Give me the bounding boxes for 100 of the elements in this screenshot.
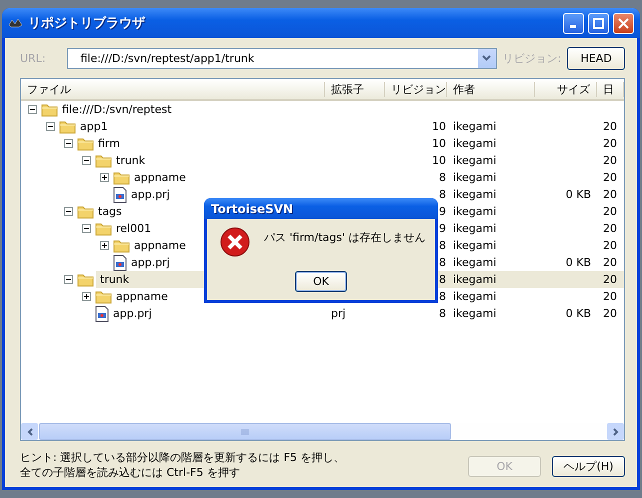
folder-icon (113, 170, 130, 184)
window-title: リポジトリブラウザ (28, 14, 146, 32)
minimize-button[interactable] (563, 12, 584, 34)
size-text: 0 KB (566, 188, 591, 201)
folder-icon (95, 222, 112, 236)
author-text: ikegami (453, 120, 496, 133)
revision-text: 9 (439, 222, 446, 235)
file-icon (95, 306, 109, 322)
author-text: ikegami (453, 188, 496, 201)
grip-icon[interactable] (241, 428, 249, 434)
revision-text: 8 (439, 239, 446, 252)
file-name[interactable]: app.prj (113, 307, 152, 320)
folder-name[interactable]: appname (116, 290, 168, 303)
size-text: 0 KB (566, 307, 591, 320)
collapse-icon[interactable] (28, 105, 37, 114)
folder-name[interactable]: trunk (116, 154, 146, 167)
revision-text: 9 (439, 205, 446, 218)
date-text: 20 (603, 273, 617, 286)
folder-icon (77, 204, 94, 218)
url-label: URL: (20, 52, 46, 64)
author-text: ikegami (453, 307, 496, 320)
ok-button[interactable]: OK (295, 271, 347, 292)
expand-icon[interactable] (100, 241, 109, 250)
file-icon (113, 254, 127, 270)
scroll-left-icon[interactable] (26, 428, 32, 436)
close-button[interactable] (613, 12, 634, 34)
author-text: ikegami (453, 137, 496, 150)
collapse-icon[interactable] (64, 139, 73, 148)
author-text: ikegami (453, 273, 496, 286)
revision-label: リビジョン: (502, 50, 562, 66)
maximize-icon[interactable] (593, 18, 604, 28)
collapse-icon[interactable] (82, 224, 91, 233)
file-icon (113, 186, 127, 202)
error-message: パス 'firm/tags' は存在しません (264, 230, 426, 246)
extension-text: prj (331, 307, 346, 320)
folder-icon (95, 154, 112, 168)
collapse-icon[interactable] (82, 156, 91, 165)
close-icon[interactable] (618, 18, 629, 28)
date-text: 20 (603, 290, 617, 303)
date-text: 20 (603, 307, 617, 320)
folder-icon (95, 290, 112, 304)
help-button[interactable]: ヘルプ(H) (552, 456, 625, 477)
file-name[interactable]: app.prj (131, 188, 170, 201)
date-text: 20 (603, 222, 617, 235)
author-text: ikegami (453, 290, 496, 303)
collapse-icon[interactable] (64, 207, 73, 216)
author-text: ikegami (453, 222, 496, 235)
revision-text: 8 (439, 188, 446, 201)
folder-name[interactable]: trunk (98, 273, 132, 286)
date-text: 20 (603, 256, 617, 269)
date-text: 20 (603, 205, 617, 218)
horizontal-scrollbar[interactable] (21, 423, 624, 440)
folder-icon (41, 102, 58, 116)
revision-text: 10 (432, 137, 446, 150)
revision-text: 10 (432, 154, 446, 167)
size-text: 0 KB (566, 256, 591, 269)
folder-icon (77, 272, 94, 286)
revision-text: 8 (439, 273, 446, 286)
revision-text: 8 (439, 171, 446, 184)
scroll-right-icon[interactable] (612, 428, 618, 436)
folder-name[interactable]: appname (134, 239, 186, 252)
dialog-title: TortoiseSVN (211, 202, 294, 216)
date-text: 20 (603, 154, 617, 167)
revision-text: 8 (439, 256, 446, 269)
expand-icon[interactable] (82, 292, 91, 301)
maximize-button[interactable] (588, 12, 609, 34)
folder-icon (59, 120, 76, 134)
collapse-icon[interactable] (64, 275, 73, 284)
folder-name[interactable]: firm (98, 137, 120, 150)
app-icon (8, 17, 24, 29)
revision-text: 8 (439, 290, 446, 303)
column-header[interactable]: ファイル (21, 82, 325, 96)
revision-text: 8 (439, 307, 446, 320)
hint-text: ヒント: 選択している部分以降の階層を更新するには F5 を押し、全ての子階層を読み込むには Ctrl-F5 を押す (20, 450, 346, 480)
folder-name[interactable]: file:///D:/svn/reptest (62, 103, 172, 116)
date-text: 20 (603, 120, 617, 133)
expand-icon[interactable] (100, 173, 109, 182)
folder-name[interactable]: tags (98, 205, 122, 218)
folder-icon (77, 136, 94, 150)
author-text: ikegami (453, 154, 496, 167)
folder-name[interactable]: app1 (80, 120, 108, 133)
column-header[interactable]: リビジョン (385, 82, 447, 96)
folder-icon (113, 238, 130, 252)
column-header[interactable]: 拡張子 (325, 82, 385, 96)
revision-button[interactable]: HEAD (567, 46, 626, 70)
column-header[interactable]: サイズ (535, 82, 597, 96)
date-text: 20 (603, 171, 617, 184)
collapse-icon[interactable] (46, 122, 55, 131)
date-text: 20 (603, 137, 617, 150)
column-header[interactable]: 日 (597, 82, 624, 96)
date-text: 20 (603, 188, 617, 201)
column-header[interactable]: 作者 (447, 82, 535, 96)
revision-text: 10 (432, 120, 446, 133)
file-name[interactable]: app.prj (131, 256, 170, 269)
author-text: ikegami (453, 205, 496, 218)
date-text: 20 (603, 239, 617, 252)
author-text: ikegami (453, 239, 496, 252)
folder-name[interactable]: appname (134, 171, 186, 184)
error-icon (220, 227, 250, 257)
folder-name[interactable]: rel001 (116, 222, 152, 235)
